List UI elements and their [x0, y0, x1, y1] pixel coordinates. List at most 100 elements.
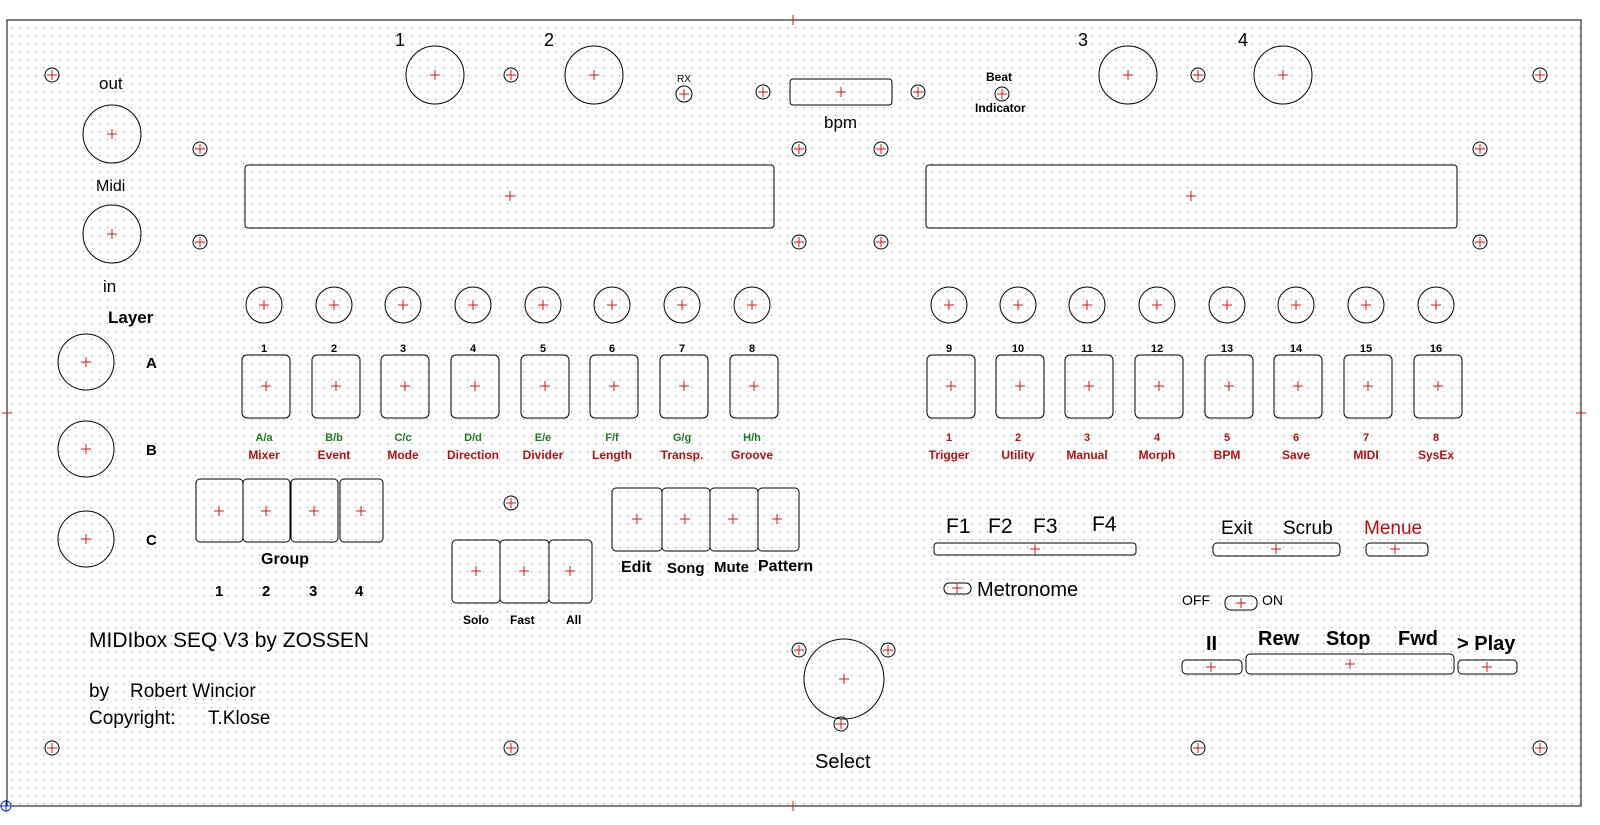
track-number-12: 12	[1151, 343, 1163, 355]
screw-hole	[1472, 141, 1488, 157]
track-function-12: Morph	[1139, 448, 1176, 462]
solo-label: Solo	[463, 613, 489, 627]
midi-label: Midi	[96, 178, 125, 195]
pause-label: II	[1206, 633, 1217, 655]
screw-hole	[791, 141, 807, 157]
track-number-16: 16	[1430, 343, 1442, 355]
track-function-6: Length	[592, 448, 632, 462]
encoder-4-label: 4	[1238, 30, 1248, 50]
song-label: Song	[667, 560, 705, 577]
screw-hole	[873, 141, 889, 157]
track-letter-16: 8	[1433, 432, 1439, 444]
credits-by: by	[89, 681, 110, 702]
metronome-label: Metronome	[977, 579, 1078, 601]
bpm-label: bpm	[824, 113, 857, 132]
track-number-8: 8	[749, 343, 755, 355]
track-function-7: Transp.	[661, 448, 704, 462]
menue-label: Menue	[1364, 518, 1422, 539]
pattern-label: Pattern	[758, 558, 813, 575]
screw-hole	[503, 67, 519, 83]
track-function-15: MIDI	[1353, 448, 1378, 462]
screw-hole	[755, 84, 771, 100]
track-number-7: 7	[679, 343, 685, 355]
track-letter-3: C/c	[394, 432, 411, 444]
midi-in-label: in	[103, 277, 116, 296]
play-label: > Play	[1457, 633, 1516, 655]
copyright-name: T.Klose	[208, 708, 270, 729]
rx-label: RX	[677, 74, 691, 85]
encoder-1-label: 1	[395, 30, 405, 50]
track-letter-10: 2	[1015, 432, 1021, 444]
screw-hole	[791, 234, 807, 250]
track-letter-5: E/e	[535, 432, 552, 444]
exit-label: Exit	[1221, 518, 1253, 539]
mute-label: Mute	[714, 559, 749, 576]
track-letter-12: 4	[1154, 432, 1161, 444]
on-label: ON	[1262, 592, 1283, 608]
screw-hole	[791, 642, 807, 658]
screw-hole	[503, 495, 519, 511]
indicator-label: Indicator	[975, 101, 1026, 115]
screw-hole	[192, 141, 208, 157]
layer-a-label: A	[146, 355, 157, 372]
screw-hole	[1190, 740, 1206, 756]
track-letter-7: G/g	[673, 432, 691, 444]
layer-title: Layer	[108, 308, 154, 327]
scrub-label: Scrub	[1283, 518, 1333, 539]
track-number-15: 15	[1360, 343, 1372, 355]
front-panel-drawing: 1 2 3 4 RX bpm Beat Indicator out Midi i…	[0, 0, 1600, 825]
screw-hole	[44, 67, 60, 83]
f4-label: F4	[1092, 513, 1117, 536]
track-letter-6: F/f	[605, 432, 619, 444]
track-letter-9: 1	[946, 432, 952, 444]
screw-hole	[1190, 67, 1206, 83]
group-num-4: 4	[355, 583, 364, 600]
layer-b-label: B	[146, 442, 157, 459]
track-function-13: BPM	[1214, 448, 1241, 462]
group-num-1: 1	[215, 583, 223, 600]
fast-label: Fast	[510, 613, 535, 627]
track-function-16: SysEx	[1418, 448, 1454, 462]
screw-hole	[873, 234, 889, 250]
screw-hole	[880, 642, 896, 658]
track-function-14: Save	[1282, 448, 1310, 462]
track-function-11: Manual	[1066, 448, 1107, 462]
track-letter-14: 6	[1293, 432, 1299, 444]
credits-title: MIDIbox SEQ V3 by ZOSSEN	[89, 629, 369, 652]
track-number-9: 9	[946, 343, 952, 355]
f2-label: F2	[988, 515, 1013, 538]
fwd-label: Fwd	[1398, 628, 1438, 650]
screw-hole	[192, 234, 208, 250]
stop-label: Stop	[1326, 628, 1370, 650]
screw-hole	[503, 740, 519, 756]
track-function-9: Trigger	[929, 448, 970, 462]
beat-label: Beat	[986, 70, 1012, 84]
screw-hole	[910, 84, 926, 100]
track-function-4: Direction	[447, 448, 499, 462]
track-letter-1: A/a	[255, 432, 273, 444]
credits-author: Robert Wincior	[130, 681, 256, 702]
track-function-1: Mixer	[248, 448, 280, 462]
screw-hole	[1532, 67, 1548, 83]
midi-out-label: out	[99, 74, 123, 93]
group-title: Group	[261, 551, 309, 568]
select-label: Select	[815, 751, 871, 773]
group-num-2: 2	[262, 583, 270, 600]
encoder-3-label: 3	[1078, 30, 1088, 50]
track-letter-15: 7	[1363, 432, 1369, 444]
rew-label: Rew	[1258, 628, 1300, 650]
track-number-14: 14	[1290, 343, 1303, 355]
all-label: All	[566, 613, 581, 627]
track-function-8: Groove	[731, 448, 773, 462]
track-letter-2: B/b	[325, 432, 343, 444]
edit-label: Edit	[621, 559, 652, 576]
layer-c-label: C	[146, 532, 157, 549]
encoder-2-label: 2	[544, 30, 554, 50]
f1-label: F1	[946, 515, 971, 538]
track-function-5: Divider	[523, 448, 564, 462]
track-function-3: Mode	[387, 448, 419, 462]
group-num-3: 3	[309, 583, 317, 600]
off-label: OFF	[1182, 592, 1210, 608]
track-letter-13: 5	[1224, 432, 1230, 444]
track-letter-11: 3	[1084, 432, 1090, 444]
